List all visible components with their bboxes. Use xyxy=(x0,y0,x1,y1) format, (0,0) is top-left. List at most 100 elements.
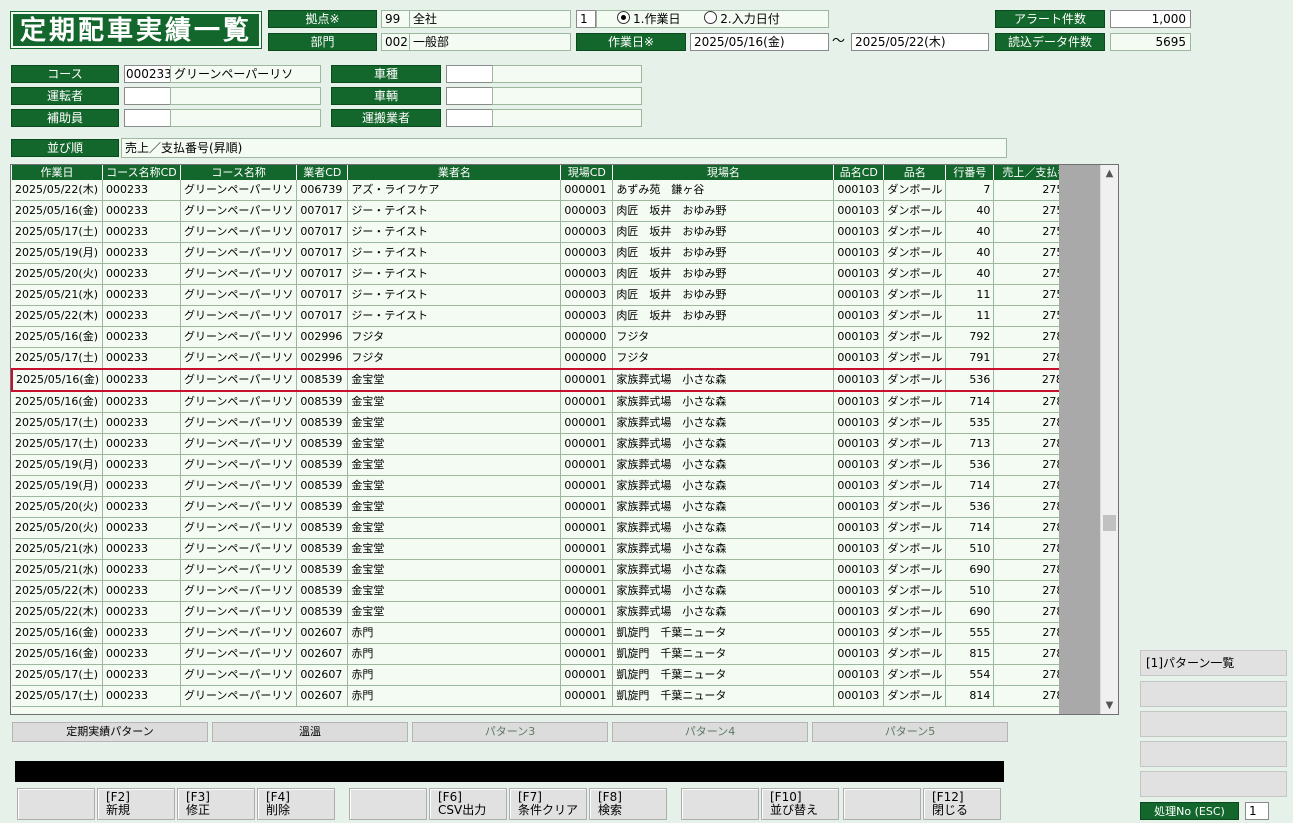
table-row[interactable]: 2025/05/16(金) 000233 グリーンペーパーリソ 002607 赤門 000… xyxy=(12,643,1089,665)
table-cell: ダンボール xyxy=(883,368,947,392)
scroll-up-icon[interactable]: ▲ xyxy=(1101,165,1118,182)
sort-order-field[interactable]: 売上／支払番号(昇順) xyxy=(121,138,1007,158)
table-cell: 家族葬式場 小さな森 xyxy=(612,580,835,602)
column-header[interactable]: 現場名 xyxy=(612,165,835,180)
table-row[interactable]: 2025/05/19(月) 000233 グリーンペーパーリソ 008539 金宝堂 00… xyxy=(12,454,1089,476)
table-row[interactable]: 2025/05/17(土) 000233 グリーンペーパーリソ 008539 金宝堂 00… xyxy=(12,412,1089,434)
column-header[interactable]: 業者名 xyxy=(347,165,562,180)
column-header[interactable]: 行番号 xyxy=(945,165,995,180)
table-cell: 000103 xyxy=(833,326,885,348)
table-row[interactable]: 2025/05/19(月) 000233 グリーンペーパーリソ 007017 ジー・テイ… xyxy=(12,242,1089,264)
sharyo-code-input[interactable] xyxy=(446,87,493,105)
table-row[interactable]: 2025/05/16(金) 000233 グリーンペーパーリソ 002996 フジタ 00… xyxy=(12,326,1089,348)
table-cell: 000233 xyxy=(102,601,181,623)
fkey-button-f4[interactable]: [F4] 削除 xyxy=(257,788,335,820)
table-cell: 肉匠 坂井 おゆみ野 xyxy=(612,263,835,285)
fkey-button-f6[interactable]: [F6] CSV出力 xyxy=(429,788,507,820)
table-row[interactable]: 2025/05/22(木) 000233 グリーンペーパーリソ 008539 金宝堂 00… xyxy=(12,601,1089,623)
table-row[interactable]: 2025/05/22(木) 000233 グリーンペーパーリソ 007017 ジー・テイ… xyxy=(12,305,1089,327)
table-cell: フジタ xyxy=(347,326,562,348)
table-row[interactable]: 2025/05/16(金) 000233 グリーンペーパーリソ 008539 金宝堂 00… xyxy=(11,368,1089,392)
column-header[interactable]: 作業日 xyxy=(12,165,103,180)
side-button-3[interactable] xyxy=(1140,711,1287,737)
column-header[interactable]: 業者CD xyxy=(296,165,349,180)
pattern-button-5[interactable]: パターン5 xyxy=(812,722,1008,742)
table-cell: 金宝堂 xyxy=(347,538,562,560)
table-row[interactable]: 2025/05/17(土) 000233 グリーンペーパーリソ 008539 金宝堂 00… xyxy=(12,433,1089,455)
bumon-code-input[interactable]: 002 xyxy=(381,33,410,51)
side-button-4[interactable] xyxy=(1140,741,1287,767)
fkey-button-f10[interactable]: [F10] 並び替え xyxy=(761,788,839,820)
helper-code-input[interactable] xyxy=(124,109,171,127)
radio-nyuryoku[interactable]: 2.入力日付 xyxy=(704,11,780,26)
table-row[interactable]: 2025/05/16(金) 000233 グリーンペーパーリソ 008539 金宝堂 00… xyxy=(12,391,1089,413)
unpan-code-input[interactable] xyxy=(446,109,493,127)
table-row[interactable]: 2025/05/17(土) 000233 グリーンペーパーリソ 002607 赤門 000… xyxy=(12,685,1089,707)
table-row[interactable]: 2025/05/17(土) 000233 グリーンペーパーリソ 002607 赤門 000… xyxy=(12,664,1089,686)
table-cell: 007017 xyxy=(296,221,349,243)
table-row[interactable]: 2025/05/22(木) 000233 グリーンペーパーリソ 008539 金宝堂 00… xyxy=(12,580,1089,602)
table-cell: 2025/05/20(火) xyxy=(12,496,103,518)
column-header[interactable]: 現場CD xyxy=(560,165,614,180)
vertical-scrollbar[interactable]: ▲ ▼ xyxy=(1100,165,1118,714)
column-header[interactable]: 品名 xyxy=(883,165,947,180)
table-row[interactable]: 2025/05/19(月) 000233 グリーンペーパーリソ 008539 金宝堂 00… xyxy=(12,475,1089,497)
table-cell: グリーンペーパーリソ xyxy=(180,643,298,665)
alert-count-input[interactable]: 1,000 xyxy=(1110,10,1191,28)
table-cell: 000103 xyxy=(833,454,885,476)
radio-sagyobi[interactable]: 1.作業日 xyxy=(617,11,680,26)
fkey-button-f8[interactable]: [F8] 検索 xyxy=(589,788,667,820)
table-cell: 40 xyxy=(945,242,995,264)
table-cell: 2025/05/17(土) xyxy=(12,433,103,455)
table-row[interactable]: 2025/05/16(金) 000233 グリーンペーパーリソ 007017 ジー・テイ… xyxy=(12,200,1089,222)
table-cell: 000103 xyxy=(833,347,885,370)
pattern-button-2[interactable]: 溫溫 xyxy=(212,722,408,742)
column-header[interactable]: コース名称CD xyxy=(102,165,181,180)
date-from-input[interactable]: 2025/05/16(金) xyxy=(690,33,829,51)
table-row[interactable]: 2025/05/22(木) 000233 グリーンペーパーリソ 006739 アズ・ライ… xyxy=(12,180,1089,201)
table-cell: 2025/05/16(金) xyxy=(12,326,103,348)
fkey-button-f2[interactable]: [F2] 新規 xyxy=(97,788,175,820)
table-row[interactable]: 2025/05/21(水) 000233 グリーンペーパーリソ 008539 金宝堂 00… xyxy=(12,538,1089,560)
fkey-button-blank[interactable] xyxy=(349,788,427,820)
proc-no-input[interactable]: 1 xyxy=(1245,802,1269,820)
table-row[interactable]: 2025/05/20(火) 000233 グリーンペーパーリソ 008539 金宝堂 00… xyxy=(12,496,1089,518)
table-row[interactable]: 2025/05/16(金) 000233 グリーンペーパーリソ 002607 赤門 000… xyxy=(12,622,1089,644)
side-button-5[interactable] xyxy=(1140,771,1287,797)
pattern-button-3[interactable]: パターン3 xyxy=(412,722,608,742)
fkey-button-blank[interactable] xyxy=(843,788,921,820)
table-cell: 008539 xyxy=(296,433,349,455)
table-row[interactable]: 2025/05/21(水) 000233 グリーンペーパーリソ 007017 ジー・テイ… xyxy=(12,284,1089,306)
table-row[interactable]: 2025/05/20(火) 000233 グリーンペーパーリソ 008539 金宝堂 00… xyxy=(12,517,1089,539)
table-row[interactable]: 2025/05/17(土) 000233 グリーンペーパーリソ 007017 ジー・テイ… xyxy=(12,221,1089,243)
mode-input[interactable]: 1 xyxy=(576,10,596,28)
table-row[interactable]: 2025/05/20(火) 000233 グリーンペーパーリソ 007017 ジー・テイ… xyxy=(12,263,1089,285)
table-row[interactable]: 2025/05/21(水) 000233 グリーンペーパーリソ 008539 金宝堂 00… xyxy=(12,559,1089,581)
table-cell: 2025/05/16(金) xyxy=(12,622,103,644)
helper-name xyxy=(170,109,321,127)
fkey-button-blank[interactable] xyxy=(17,788,95,820)
driver-code-input[interactable] xyxy=(124,87,171,105)
kyoten-code-input[interactable]: 99 xyxy=(381,10,410,28)
date-to-input[interactable]: 2025/05/22(木) xyxy=(851,33,989,51)
table-cell: ダンボール xyxy=(883,391,947,413)
pattern-button-1[interactable]: 定期実績パターン xyxy=(12,722,208,742)
scroll-thumb[interactable] xyxy=(1103,515,1116,531)
pattern-list-button[interactable]: [1]パターン一覧 xyxy=(1140,650,1287,676)
scroll-down-icon[interactable]: ▼ xyxy=(1101,697,1118,714)
fkey-button-f7[interactable]: [F7] 条件クリア xyxy=(509,788,587,820)
pattern-button-4[interactable]: パターン4 xyxy=(612,722,808,742)
column-header[interactable]: コース名称 xyxy=(180,165,298,180)
fkey-button-f3[interactable]: [F3] 修正 xyxy=(177,788,255,820)
fkey-button-blank[interactable] xyxy=(681,788,759,820)
column-header[interactable]: 品名CD xyxy=(833,165,885,180)
sharyo-name xyxy=(492,87,642,105)
fkey-button-f12[interactable]: [F12] 閉じる xyxy=(923,788,1001,820)
side-button-2[interactable] xyxy=(1140,681,1287,707)
table-cell: 肉匠 坂井 おゆみ野 xyxy=(612,305,835,327)
table-row[interactable]: 2025/05/17(土) 000233 グリーンペーパーリソ 002996 フジタ 00… xyxy=(12,347,1089,370)
shashu-code-input[interactable] xyxy=(446,65,493,83)
table-cell: グリーンペーパーリソ xyxy=(180,391,298,413)
course-code-input[interactable]: 000233 xyxy=(124,65,171,83)
table-cell: 2025/05/22(木) xyxy=(12,305,103,327)
